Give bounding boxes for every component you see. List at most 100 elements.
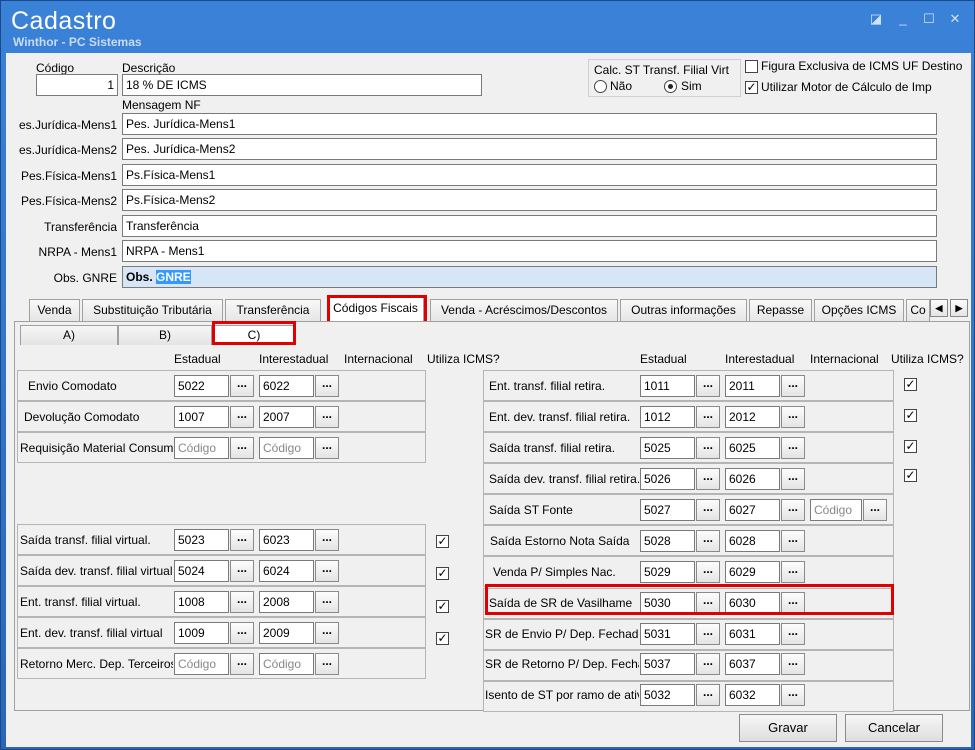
field-saida-st-fonte-internacional[interactable]: Código [810,499,862,521]
checkbox-ent-dev-transf-filial-virtual[interactable]: ✓ [436,632,449,645]
field-ent-transf-filial-retira-interestadual[interactable]: 2011 [725,375,780,397]
lookup-requisicao-material-estadual[interactable]: ... [230,437,254,459]
msg-field-pf1[interactable]: Ps.Física-Mens1 [122,164,937,186]
restore-icon[interactable]: ◪ [867,11,885,27]
msg-field-transferencia[interactable]: Transferência [122,215,937,237]
lookup-saida-estorno-nota-estadual[interactable]: ... [696,530,720,552]
lookup-saida-dev-transf-filial-retira-estadual[interactable]: ... [696,468,720,490]
field-sr-retorno-dep-interestadual[interactable]: 6037 [725,653,780,675]
maximize-icon[interactable]: ☐ [920,11,938,27]
lookup-ent-dev-transf-filial-virtual-interestadual[interactable]: ... [315,622,339,644]
tab-substituicao-tributaria[interactable]: Substituição Tributária [82,299,223,321]
field-saida-transf-filial-virtual-estadual[interactable]: 5023 [174,529,229,551]
lookup-saida-dev-transf-filial-virtual-estadual[interactable]: ... [230,560,254,582]
field-saida-dev-transf-filial-virtual-estadual[interactable]: 5024 [174,560,229,582]
lookup-devolucao-comodato-estadual[interactable]: ... [230,406,254,428]
lookup-ent-dev-transf-filial-retira-interestadual[interactable]: ... [781,406,805,428]
field-saida-estorno-nota-estadual[interactable]: 5028 [640,530,695,552]
msg-field-pj2[interactable]: Pes. Jurídica-Mens2 [122,138,937,160]
tab-transferencia[interactable]: Transferência [225,299,321,321]
field-saida-st-fonte-estadual[interactable]: 5027 [640,499,695,521]
tab-opcoes-icms[interactable]: Opções ICMS [814,299,904,321]
tab-co[interactable]: Co [906,299,930,321]
lookup-saida-st-fonte-estadual[interactable]: ... [696,499,720,521]
radio-nao[interactable] [594,80,607,93]
lookup-ent-transf-filial-virtual-estadual[interactable]: ... [230,591,254,613]
codigo-field[interactable]: 1 [36,74,118,96]
checkbox-saida-dev-transf-filial-retira[interactable]: ✓ [904,469,917,482]
lookup-venda-simples-nac-interestadual[interactable]: ... [781,561,805,583]
checkbox-saida-transf-filial-virtual[interactable]: ✓ [436,535,449,548]
field-envio-comodato-interestadual[interactable]: 6022 [259,375,314,397]
figura-exclusiva-checkbox[interactable] [745,60,758,73]
field-sr-envio-dep-interestadual[interactable]: 6031 [725,623,780,645]
field-saida-transf-filial-retira-interestadual[interactable]: 6025 [725,437,780,459]
field-ent-dev-transf-filial-virtual-estadual[interactable]: 1009 [174,622,229,644]
msg-field-pj1[interactable]: Pes. Jurídica-Mens1 [122,113,937,135]
field-ent-transf-filial-retira-estadual[interactable]: 1011 [640,375,695,397]
lookup-retorno-merc-dep-interestadual[interactable]: ... [315,653,339,675]
lookup-saida-st-fonte-internacional[interactable]: ... [863,499,887,521]
msg-field-pf2[interactable]: Ps.Física-Mens2 [122,189,937,211]
minimize-icon[interactable]: _ [894,11,912,27]
title-bar[interactable]: Cadastro Winthor - PC Sistemas ◪ _ ☐ ✕ [1,1,975,53]
field-venda-simples-nac-interestadual[interactable]: 6029 [725,561,780,583]
field-isento-st-ramo-estadual[interactable]: 5032 [640,684,695,706]
field-envio-comodato-estadual[interactable]: 5022 [174,375,229,397]
tab-repasse[interactable]: Repasse [749,299,812,321]
lookup-ent-transf-filial-virtual-interestadual[interactable]: ... [315,591,339,613]
lookup-sr-envio-dep-interestadual[interactable]: ... [781,623,805,645]
lookup-sr-envio-dep-estadual[interactable]: ... [696,623,720,645]
gravar-button[interactable]: Gravar [739,714,837,742]
field-devolucao-comodato-interestadual[interactable]: 2007 [259,406,314,428]
lookup-saida-dev-transf-filial-retira-interestadual[interactable]: ... [781,468,805,490]
tab-scroll-left-icon[interactable]: ◀ [930,299,948,317]
checkbox-ent-transf-filial-retira[interactable]: ✓ [904,378,917,391]
field-venda-simples-nac-estadual[interactable]: 5029 [640,561,695,583]
field-ent-transf-filial-virtual-estadual[interactable]: 1008 [174,591,229,613]
lookup-isento-st-ramo-interestadual[interactable]: ... [781,684,805,706]
field-ent-dev-transf-filial-retira-estadual[interactable]: 1012 [640,406,695,428]
lookup-requisicao-material-interestadual[interactable]: ... [315,437,339,459]
radio-sim[interactable] [664,80,677,93]
lookup-saida-transf-filial-virtual-interestadual[interactable]: ... [315,529,339,551]
field-saida-dev-transf-filial-retira-estadual[interactable]: 5026 [640,468,695,490]
lookup-saida-dev-transf-filial-virtual-interestadual[interactable]: ... [315,560,339,582]
tab-outras-informacoes[interactable]: Outras informações [620,299,747,321]
msg-field-obs-gnre[interactable]: Obs. GNRE [122,266,937,288]
motor-calculo-checkbox[interactable]: ✓ [745,81,758,94]
lookup-devolucao-comodato-interestadual[interactable]: ... [315,406,339,428]
checkbox-saida-dev-transf-filial-virtual[interactable]: ✓ [436,567,449,580]
field-saida-st-fonte-interestadual[interactable]: 6027 [725,499,780,521]
field-saida-transf-filial-virtual-interestadual[interactable]: 6023 [259,529,314,551]
field-ent-transf-filial-virtual-interestadual[interactable]: 2008 [259,591,314,613]
field-sr-retorno-dep-estadual[interactable]: 5037 [640,653,695,675]
lookup-sr-retorno-dep-interestadual[interactable]: ... [781,653,805,675]
field-sr-envio-dep-estadual[interactable]: 5031 [640,623,695,645]
lookup-ent-dev-transf-filial-virtual-estadual[interactable]: ... [230,622,254,644]
field-retorno-merc-dep-interestadual[interactable]: Código [259,653,314,675]
msg-field-nrpa[interactable]: NRPA - Mens1 [122,240,937,262]
field-requisicao-material-interestadual[interactable]: Código [259,437,314,459]
subtab-a[interactable]: A) [20,325,118,345]
lookup-saida-transf-filial-retira-interestadual[interactable]: ... [781,437,805,459]
tab-venda-acrescimos[interactable]: Venda - Acréscimos/Descontos [430,299,618,321]
lookup-isento-st-ramo-estadual[interactable]: ... [696,684,720,706]
field-saida-dev-transf-filial-retira-interestadual[interactable]: 6026 [725,468,780,490]
lookup-envio-comodato-interestadual[interactable]: ... [315,375,339,397]
field-saida-dev-transf-filial-virtual-interestadual[interactable]: 6024 [259,560,314,582]
subtab-b[interactable]: B) [118,325,212,345]
checkbox-ent-dev-transf-filial-retira[interactable]: ✓ [904,409,917,422]
lookup-envio-comodato-estadual[interactable]: ... [230,375,254,397]
lookup-saida-st-fonte-interestadual[interactable]: ... [781,499,805,521]
field-ent-dev-transf-filial-retira-interestadual[interactable]: 2012 [725,406,780,428]
lookup-retorno-merc-dep-estadual[interactable]: ... [230,653,254,675]
field-requisicao-material-estadual[interactable]: Código [174,437,229,459]
lookup-saida-transf-filial-retira-estadual[interactable]: ... [696,437,720,459]
tab-venda[interactable]: Venda [29,299,80,321]
field-ent-dev-transf-filial-virtual-interestadual[interactable]: 2009 [259,622,314,644]
tab-scroll-right-icon[interactable]: ▶ [950,299,968,317]
checkbox-ent-transf-filial-virtual[interactable]: ✓ [436,600,449,613]
checkbox-saida-transf-filial-retira[interactable]: ✓ [904,440,917,453]
lookup-ent-dev-transf-filial-retira-estadual[interactable]: ... [696,406,720,428]
